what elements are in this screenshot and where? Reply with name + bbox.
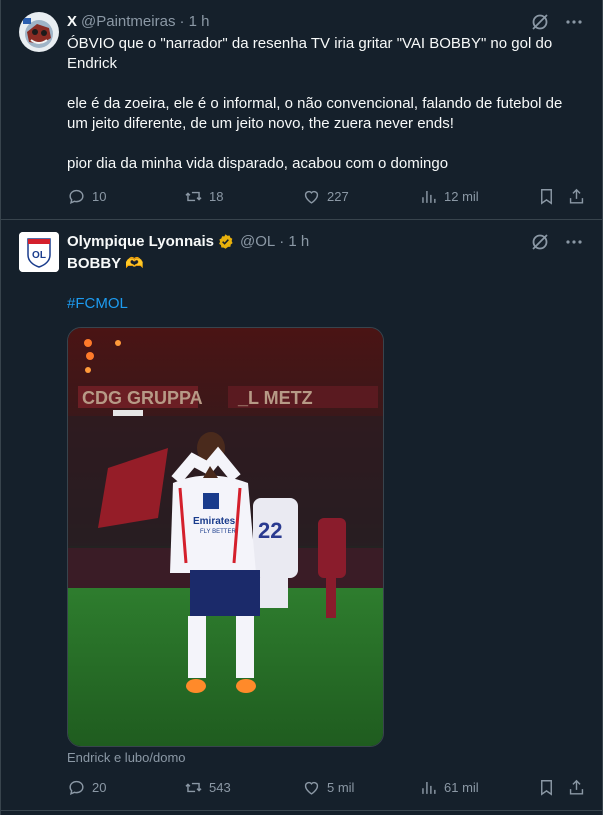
share-icon xyxy=(567,187,586,206)
tweet-actions: 10 18 227 12 mil xyxy=(67,187,591,207)
bookmark-button[interactable] xyxy=(537,187,556,206)
reply-button[interactable]: 10 xyxy=(67,187,106,206)
like-count: 5 mil xyxy=(327,780,355,795)
share-button[interactable] xyxy=(567,187,586,206)
reply-count: 20 xyxy=(92,780,107,795)
bookmark-icon xyxy=(537,187,556,206)
like-count: 227 xyxy=(327,189,349,204)
views-count: 61 mil xyxy=(444,780,479,795)
tweet-media-photo[interactable]: CDG GRUPPA _L METZ 22 Emirates FLY BETTE… xyxy=(67,327,384,747)
tweet-text: ÓBVIO que o "narrador" da resenha TV iri… xyxy=(67,34,587,174)
more-icon[interactable] xyxy=(564,12,584,32)
views-count: 12 mil xyxy=(444,189,479,204)
like-button[interactable]: 227 xyxy=(302,187,349,206)
tweet-paragraph: BOBBY 🫶 xyxy=(67,255,144,272)
reply-button[interactable]: 20 xyxy=(67,778,106,797)
tweet-header: X @Paintmeiras · 1 h xyxy=(67,13,209,30)
svg-text:Emirates: Emirates xyxy=(193,516,236,527)
avatar[interactable]: OL xyxy=(19,232,59,272)
repost-count: 543 xyxy=(209,780,231,795)
svg-text:FLY BETTER: FLY BETTER xyxy=(200,529,236,535)
author-name[interactable]: Olympique Lyonnais xyxy=(67,233,214,250)
views-button[interactable]: 12 mil xyxy=(419,187,479,206)
tweet-paragraph: ele é da zoeira, ele é o informal, o não… xyxy=(67,95,563,132)
author-handle[interactable]: @OL xyxy=(240,233,275,250)
tweet-header: Olympique Lyonnais @OL · 1 h xyxy=(67,233,309,250)
svg-text:OL: OL xyxy=(32,250,46,261)
repost-icon xyxy=(184,778,203,797)
repost-count: 18 xyxy=(209,189,224,204)
like-icon xyxy=(302,778,321,797)
repost-icon xyxy=(184,187,203,206)
reply-icon xyxy=(67,778,86,797)
tweet-paragraph: ÓBVIO que o "narrador" da resenha TV iri… xyxy=(67,35,553,72)
timestamp[interactable]: · 1 h xyxy=(279,233,309,250)
repost-button[interactable]: 18 xyxy=(184,187,223,206)
tweet-paragraph: pior dia da minha vida disparado, acabou… xyxy=(67,155,449,172)
share-button[interactable] xyxy=(567,778,586,797)
hashtag-link[interactable]: #FCMOL xyxy=(67,294,587,314)
more-icon[interactable] xyxy=(564,232,584,252)
share-icon xyxy=(567,778,586,797)
like-icon xyxy=(302,187,321,206)
like-button[interactable]: 5 mil xyxy=(302,778,354,797)
bookmark-icon xyxy=(537,778,556,797)
svg-text:CDG GRUPPA: CDG GRUPPA xyxy=(82,388,203,408)
media-caption: Endrick e lubo/domo xyxy=(67,750,186,765)
svg-text:_L METZ: _L METZ xyxy=(237,388,313,408)
avatar[interactable] xyxy=(19,12,59,52)
reply-icon xyxy=(67,187,86,206)
views-icon xyxy=(419,187,438,206)
author-name[interactable]: X xyxy=(67,13,77,30)
tweet[interactable]: X @Paintmeiras · 1 h ÓBVIO que o "narrad… xyxy=(1,0,602,220)
grok-icon[interactable] xyxy=(530,232,550,252)
grok-icon[interactable] xyxy=(530,12,550,32)
tweet[interactable]: OL Olympique Lyonnais @OL · 1 h BOBBY 🫶 … xyxy=(1,220,602,811)
tweet-actions: 20 543 5 mil 61 mil xyxy=(67,778,591,798)
views-icon xyxy=(419,778,438,797)
author-handle[interactable]: @Paintmeiras xyxy=(81,13,175,30)
player-celebration-photo: CDG GRUPPA _L METZ 22 Emirates FLY BETTE… xyxy=(68,328,383,746)
repost-button[interactable]: 543 xyxy=(184,778,231,797)
verified-badge-icon xyxy=(217,233,234,250)
views-button[interactable]: 61 mil xyxy=(419,778,479,797)
tweet-text: BOBBY 🫶 #FCMOL xyxy=(67,254,587,314)
bookmark-button[interactable] xyxy=(537,778,556,797)
reply-count: 10 xyxy=(92,189,107,204)
timestamp[interactable]: · 1 h xyxy=(179,13,209,30)
svg-text:22: 22 xyxy=(258,518,282,543)
